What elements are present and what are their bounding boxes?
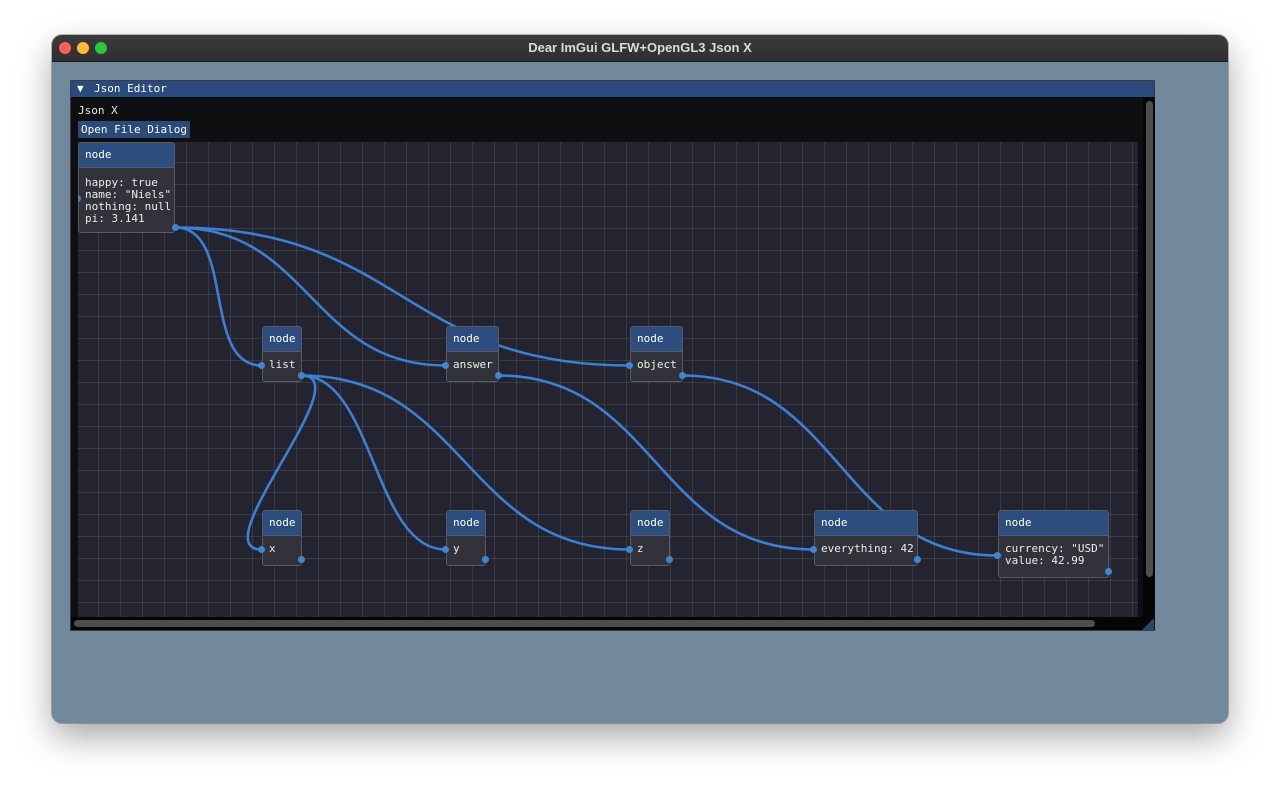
node-body: list	[263, 352, 301, 374]
node-body: answer	[447, 352, 498, 374]
output-port-answer[interactable]	[495, 372, 502, 379]
window-title: Dear ImGui GLFW+OpenGL3 Json X	[528, 40, 752, 55]
node-y[interactable]: node y	[446, 510, 486, 566]
node-body: happy: true name: "Niels" nothing: null …	[79, 168, 174, 228]
output-port-object[interactable]	[679, 372, 686, 379]
node-header[interactable]: node	[999, 511, 1108, 536]
vertical-scrollbar-thumb[interactable]	[1146, 101, 1153, 577]
node-answer[interactable]: node answer	[446, 326, 499, 382]
open-file-dialog-button[interactable]: Open File Dialog	[78, 121, 190, 138]
node-object[interactable]: node object	[630, 326, 683, 382]
input-port-currency[interactable]	[994, 552, 1001, 559]
collapse-arrow-icon[interactable]: ▼	[77, 82, 84, 96]
node-body: object	[631, 352, 682, 374]
panel-title: Json Editor	[94, 82, 167, 95]
node-field: value: 42.99	[1005, 554, 1085, 567]
node-z[interactable]: node z	[630, 510, 670, 566]
horizontal-scrollbar-thumb[interactable]	[74, 620, 1095, 627]
node-field: y	[453, 542, 460, 555]
node-field: everything: 42	[821, 542, 914, 555]
input-port-answer[interactable]	[442, 362, 449, 369]
node-header[interactable]: node	[447, 327, 498, 352]
node-list[interactable]: node list	[262, 326, 302, 382]
output-port-list[interactable]	[298, 372, 305, 379]
node-body: y	[447, 536, 485, 558]
input-port-y[interactable]	[442, 546, 449, 553]
json-editor-titlebar[interactable]: ▼ Json Editor	[71, 81, 1154, 97]
node-body: currency: "USD" value: 42.99	[999, 536, 1108, 570]
node-field: answer	[453, 358, 493, 371]
window-titlebar[interactable]: Dear ImGui GLFW+OpenGL3 Json X	[52, 35, 1228, 62]
json-editor-panel: ▼ Json Editor Json X Open File Dialog no…	[70, 80, 1155, 631]
node-body: everything: 42	[815, 536, 917, 558]
node-header[interactable]: node	[631, 511, 669, 536]
node-header[interactable]: node	[263, 327, 301, 352]
resize-grip[interactable]	[1142, 618, 1154, 630]
node-root[interactable]: node happy: true name: "Niels" nothing: …	[78, 142, 175, 233]
node-field: z	[637, 542, 644, 555]
output-port-z[interactable]	[666, 556, 673, 563]
node-field: list	[269, 358, 296, 371]
input-port-everything[interactable]	[810, 546, 817, 553]
node-field: x	[269, 542, 276, 555]
link-root-list[interactable]	[175, 226, 262, 367]
node-everything[interactable]: node everything: 42	[814, 510, 918, 566]
node-header[interactable]: node	[815, 511, 917, 536]
links-layer	[175, 226, 998, 557]
node-body: x	[263, 536, 301, 558]
input-port-list[interactable]	[258, 362, 265, 369]
node-body: z	[631, 536, 669, 558]
output-port-root[interactable]	[172, 224, 179, 231]
link-list-y[interactable]	[301, 374, 446, 551]
link-root-object[interactable]	[175, 226, 630, 367]
input-port-x[interactable]	[258, 546, 265, 553]
output-port-everything[interactable]	[914, 556, 921, 563]
app-label: Json X	[78, 104, 118, 117]
input-port-z[interactable]	[626, 546, 633, 553]
node-field: object	[637, 358, 677, 371]
node-field: pi: 3.141	[85, 212, 145, 225]
node-header[interactable]: node	[631, 327, 682, 352]
output-port-x[interactable]	[298, 556, 305, 563]
vertical-scrollbar[interactable]	[1143, 97, 1155, 630]
output-port-y[interactable]	[482, 556, 489, 563]
horizontal-scrollbar[interactable]	[71, 617, 1143, 630]
node-header[interactable]: node	[79, 143, 174, 168]
input-port-object[interactable]	[626, 362, 633, 369]
node-header[interactable]: node	[263, 511, 301, 536]
node-currency[interactable]: node currency: "USD" value: 42.99	[998, 510, 1109, 578]
output-port-currency[interactable]	[1105, 568, 1112, 575]
node-graph-canvas[interactable]: node happy: true name: "Niels" nothing: …	[78, 142, 1138, 617]
node-x[interactable]: node x	[262, 510, 302, 566]
node-header[interactable]: node	[447, 511, 485, 536]
